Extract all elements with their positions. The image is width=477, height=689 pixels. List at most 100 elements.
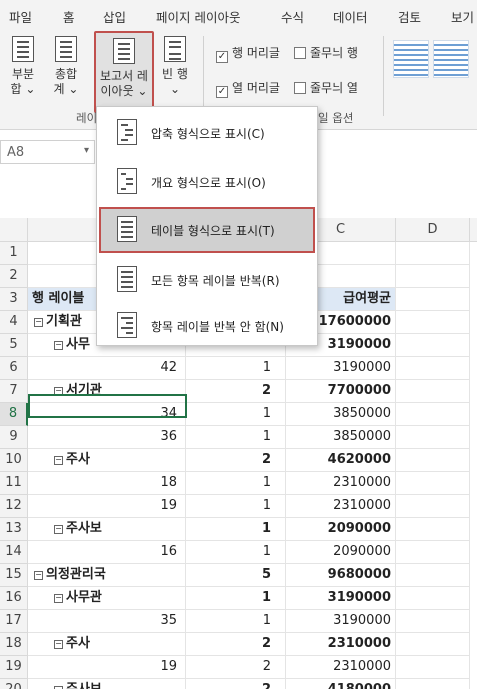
pivot-styles-gallery[interactable] bbox=[390, 40, 477, 82]
row-header[interactable]: 9 bbox=[0, 426, 28, 449]
cell-a[interactable]: − 사무관 bbox=[28, 587, 186, 610]
cell-b[interactable]: 1 bbox=[186, 426, 286, 449]
cell-b[interactable]: 2 bbox=[186, 449, 286, 472]
cell-c[interactable]: 3190000 bbox=[286, 587, 396, 610]
menu-item-repeat-all-labels[interactable]: 모든 항목 레이블 반복(R) bbox=[99, 257, 315, 303]
row-header[interactable]: 1 bbox=[0, 242, 28, 265]
row-header[interactable]: 4 bbox=[0, 311, 28, 334]
menu-item-outline-form[interactable]: 개요 형식으로 표시(O) bbox=[99, 159, 315, 205]
cell-c[interactable]: 4180000 bbox=[286, 679, 396, 689]
cell-a[interactable]: − 의정관리국 bbox=[28, 564, 186, 587]
collapse-icon[interactable]: − bbox=[54, 387, 63, 396]
cell-b[interactable]: 2 bbox=[186, 633, 286, 656]
cell-c[interactable]: 2090000 bbox=[286, 518, 396, 541]
cell-c[interactable]: 7700000 bbox=[286, 380, 396, 403]
collapse-icon[interactable]: − bbox=[54, 640, 63, 649]
tab-review[interactable]: 검토 bbox=[398, 7, 421, 26]
tab-formulas[interactable]: 수식 bbox=[281, 7, 304, 26]
pivot-style-swatch[interactable] bbox=[393, 40, 429, 78]
row-header[interactable]: 11 bbox=[0, 472, 28, 495]
row-header[interactable]: 16 bbox=[0, 587, 28, 610]
column-headers-checkbox[interactable]: ✓ 열 머리글 bbox=[216, 79, 280, 98]
cell-b[interactable]: 1 bbox=[186, 495, 286, 518]
cell-c[interactable]: 3850000 bbox=[286, 426, 396, 449]
cell-d[interactable] bbox=[396, 357, 470, 380]
cell-c[interactable]: 2310000 bbox=[286, 633, 396, 656]
cell-d[interactable] bbox=[396, 587, 470, 610]
cell-d[interactable] bbox=[396, 495, 470, 518]
row-header[interactable]: 5 bbox=[0, 334, 28, 357]
cell-a[interactable]: −주사보 bbox=[28, 679, 186, 689]
cell-a[interactable]: 19 bbox=[28, 656, 186, 679]
cell-d[interactable] bbox=[396, 265, 470, 288]
cell-a[interactable]: 36 bbox=[28, 426, 186, 449]
tab-insert[interactable]: 삽입 bbox=[103, 7, 126, 26]
cell-a[interactable]: 34 bbox=[28, 403, 186, 426]
cell-c[interactable]: 9680000 bbox=[286, 564, 396, 587]
cell-c[interactable]: 4620000 bbox=[286, 449, 396, 472]
row-header[interactable]: 14 bbox=[0, 541, 28, 564]
report-layout-button[interactable]: 보고서 레 이아웃 ⌄ bbox=[94, 31, 154, 113]
tab-data[interactable]: 데이터 bbox=[333, 7, 368, 26]
cell-d[interactable] bbox=[396, 472, 470, 495]
cell-d[interactable] bbox=[396, 242, 470, 265]
row-header[interactable]: 20 bbox=[0, 679, 28, 689]
menu-item-compact-form[interactable]: 압축 형식으로 표시(C) bbox=[99, 110, 315, 156]
cell-b[interactable]: 1 bbox=[186, 587, 286, 610]
row-header[interactable]: 18 bbox=[0, 633, 28, 656]
cell-a[interactable]: 16 bbox=[28, 541, 186, 564]
cell-a[interactable]: 35 bbox=[28, 610, 186, 633]
cell-d[interactable] bbox=[396, 334, 470, 357]
cell-b[interactable]: 1 bbox=[186, 518, 286, 541]
cell-b[interactable]: 2 bbox=[186, 679, 286, 689]
cell-d[interactable] bbox=[396, 449, 470, 472]
row-header[interactable]: 6 bbox=[0, 357, 28, 380]
cell-a[interactable]: −주사보 bbox=[28, 518, 186, 541]
cell-b[interactable]: 1 bbox=[186, 472, 286, 495]
row-header[interactable]: 3 bbox=[0, 288, 28, 311]
collapse-icon[interactable]: − bbox=[54, 525, 63, 534]
tab-file[interactable]: 파일 bbox=[9, 7, 32, 26]
collapse-icon[interactable]: − bbox=[34, 318, 43, 327]
row-header[interactable]: 19 bbox=[0, 656, 28, 679]
cell-d[interactable] bbox=[396, 633, 470, 656]
menu-item-tabular-form[interactable]: 테이블 형식으로 표시(T) bbox=[99, 207, 315, 253]
cell-d[interactable] bbox=[396, 380, 470, 403]
chevron-down-icon[interactable]: ▾ bbox=[84, 145, 89, 156]
cell-b[interactable]: 1 bbox=[186, 610, 286, 633]
cell-b[interactable]: 1 bbox=[186, 357, 286, 380]
cell-c[interactable]: 2310000 bbox=[286, 495, 396, 518]
cell-b[interactable]: 1 bbox=[186, 403, 286, 426]
cell-d[interactable] bbox=[396, 541, 470, 564]
collapse-icon[interactable]: − bbox=[34, 571, 43, 580]
tab-page-layout[interactable]: 페이지 레이아웃 bbox=[156, 7, 240, 26]
column-header-d[interactable]: D bbox=[396, 218, 470, 242]
row-header[interactable]: 10 bbox=[0, 449, 28, 472]
cell-a[interactable]: − 주사 bbox=[28, 449, 186, 472]
cell-d[interactable] bbox=[396, 656, 470, 679]
cell-b[interactable]: 2 bbox=[186, 380, 286, 403]
cell-c[interactable]: 2310000 bbox=[286, 656, 396, 679]
cell-a[interactable]: 19 bbox=[28, 495, 186, 518]
menu-item-do-not-repeat-labels[interactable]: 항목 레이블 반복 안 함(N) bbox=[99, 303, 315, 349]
row-header[interactable]: 12 bbox=[0, 495, 28, 518]
subtotals-button[interactable]: 부분 합 ⌄ bbox=[6, 36, 40, 97]
cell-c[interactable]: 2090000 bbox=[286, 541, 396, 564]
pivot-style-swatch[interactable] bbox=[433, 40, 469, 78]
cell-a[interactable]: 42 bbox=[28, 357, 186, 380]
grand-totals-button[interactable]: 총합 계 ⌄ bbox=[48, 36, 84, 97]
tab-home[interactable]: 홈 bbox=[63, 7, 75, 26]
cell-a[interactable]: 18 bbox=[28, 472, 186, 495]
collapse-icon[interactable]: − bbox=[54, 594, 63, 603]
row-header[interactable]: 13 bbox=[0, 518, 28, 541]
tab-view[interactable]: 보기 bbox=[451, 7, 474, 26]
blank-rows-button[interactable]: 빈 행 ⌄ bbox=[160, 36, 190, 97]
cell-d[interactable] bbox=[396, 403, 470, 426]
banded-rows-checkbox[interactable]: 줄무늬 행 bbox=[294, 44, 358, 61]
row-header[interactable]: 15 bbox=[0, 564, 28, 587]
cell-d[interactable] bbox=[396, 679, 470, 689]
cell-b[interactable]: 1 bbox=[186, 541, 286, 564]
cell-d[interactable] bbox=[396, 564, 470, 587]
row-headers-checkbox[interactable]: ✓ 행 머리글 bbox=[216, 44, 280, 63]
name-box[interactable]: A8 ▾ bbox=[0, 140, 95, 164]
